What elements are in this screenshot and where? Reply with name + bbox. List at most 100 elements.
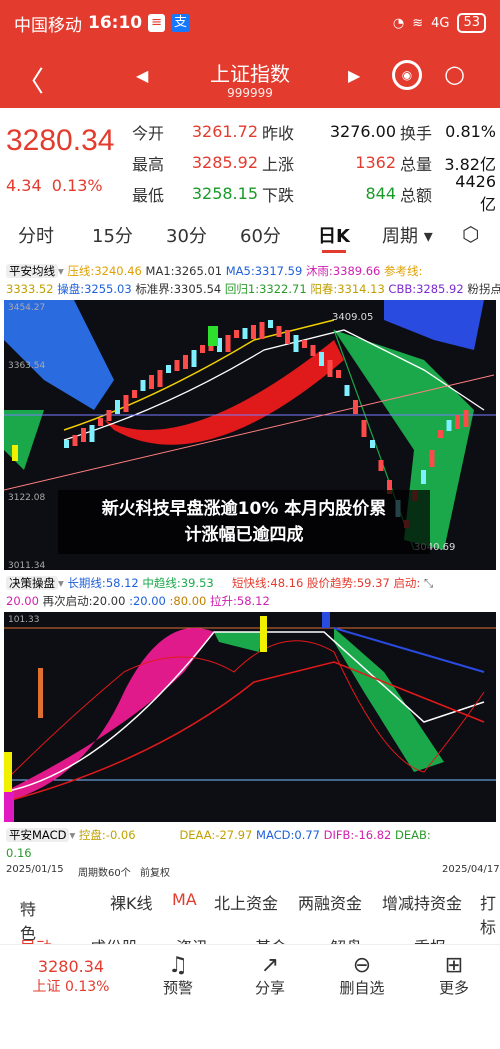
- candle: [191, 350, 197, 367]
- bell-icon: ♫: [168, 953, 188, 978]
- blue-band-right: [384, 300, 484, 350]
- price-change: 4.34 0.13%: [6, 176, 103, 195]
- candle: [344, 385, 350, 396]
- tab-holdings[interactable]: 增减持资金: [382, 890, 462, 914]
- status-bar: 中国移动 16:10 ≡ 支 ◔ ≋ 4G 53: [0, 0, 500, 46]
- tab-northbound[interactable]: 北上资金: [214, 890, 278, 914]
- decision-chart[interactable]: 101.33: [3, 612, 496, 822]
- news-line-2: 计涨幅已逾四成: [184, 525, 304, 545]
- alipay-icon: 支: [171, 14, 191, 32]
- green-band-sub-1: [214, 632, 264, 652]
- nav-more[interactable]: ⊞ 更多: [424, 953, 484, 998]
- candle: [149, 375, 154, 389]
- candle: [234, 330, 239, 338]
- signal-bar-magenta: [4, 792, 14, 822]
- candle: [166, 365, 171, 373]
- tab-period[interactable]: 周期 ▾: [382, 222, 433, 248]
- carrier-label: 中国移动: [14, 15, 82, 36]
- candle: [446, 420, 452, 431]
- time-label: 16:10: [88, 13, 143, 33]
- settings-icon[interactable]: ⬡: [462, 222, 479, 246]
- pink-band: [4, 628, 214, 802]
- wifi-icon: ≋: [412, 15, 424, 31]
- candle: [285, 330, 290, 344]
- tab-30min[interactable]: 30分: [166, 222, 207, 248]
- candle: [327, 360, 333, 377]
- candle: [251, 325, 256, 339]
- quote-row: 今开 3261.72 昨收 3276.00 换手 0.81%: [132, 122, 496, 143]
- candle: [268, 320, 273, 328]
- indicator-select-sub[interactable]: 决策操盘: [6, 576, 58, 590]
- candle: [98, 418, 103, 426]
- nav-share[interactable]: ↗ 分享: [240, 953, 300, 998]
- tab-margin[interactable]: 两融资金: [298, 890, 362, 914]
- candle: [370, 440, 375, 448]
- tab-60min[interactable]: 60分: [240, 222, 281, 248]
- battery-icon: 53: [457, 13, 486, 33]
- signal-bar-yellow: [260, 616, 267, 652]
- signal-box-green: [208, 326, 218, 346]
- candle: [123, 395, 129, 412]
- nav-alert[interactable]: ♫ 预警: [148, 953, 208, 998]
- candle: [463, 410, 469, 427]
- indicator-bar-sub: 决策操盘 ▾ 长期线:58.12 中趋线:39.53 短快线:48.16 股价趋势…: [6, 576, 434, 608]
- signal-icon: 4G: [431, 15, 450, 31]
- indicator-select-macd[interactable]: 平安MACD: [6, 828, 70, 842]
- signal-bar-yellow-left: [4, 752, 12, 792]
- candle: [353, 400, 358, 414]
- quote-panel: 3280.34 4.34 0.13% 今开 3261.72 昨收 3276.00…: [0, 108, 500, 214]
- axis-label-mid: 3363.54: [8, 361, 45, 371]
- grid-icon: ⊞: [444, 953, 464, 978]
- axis-label-top: 3454.27: [8, 303, 45, 313]
- expand-icon[interactable]: ⤡: [424, 576, 433, 590]
- candle: [183, 355, 188, 369]
- quote-row: 最低 3258.15 下跌 844 总额 4426亿: [132, 172, 496, 214]
- axis-label-bottom: 3011.34: [8, 561, 45, 570]
- candle: [319, 352, 324, 366]
- candle: [115, 400, 120, 414]
- candle: [132, 390, 137, 398]
- nav-price[interactable]: 3280.34 上证 0.13%: [26, 957, 116, 996]
- period-tabs: 分时 15分 30分 60分 日K 周期 ▾ ⬡: [0, 214, 500, 254]
- candle: [421, 470, 426, 484]
- tab-mark[interactable]: 打标: [480, 890, 500, 938]
- search-icon[interactable]: ○: [444, 60, 465, 88]
- blue-band: [4, 300, 114, 410]
- tab-naked-k[interactable]: 裸K线: [110, 890, 153, 914]
- red-band: [104, 340, 344, 445]
- minus-circle-icon: ⊖: [352, 953, 372, 978]
- candle: [293, 335, 299, 352]
- tab-daily-k[interactable]: 日K: [318, 222, 350, 253]
- candle: [361, 420, 367, 437]
- candle: [429, 450, 435, 467]
- candle: [106, 410, 112, 421]
- next-stock-icon[interactable]: ▶: [348, 66, 360, 85]
- candle: [336, 370, 341, 378]
- date-axis: 2025/01/15 周期数60个 前复权 2025/04/17: [6, 864, 500, 879]
- nav-remove-watchlist[interactable]: ⊖ 删自选: [332, 953, 392, 998]
- share-icon: ↗: [260, 953, 280, 978]
- news-overlay[interactable]: 新火科技早盘涨逾10% 本月内股价累 计涨幅已逾四成: [58, 490, 430, 554]
- green-band-left: [4, 410, 44, 470]
- indicator-select[interactable]: 平安均线: [6, 264, 58, 278]
- candle: [225, 335, 231, 352]
- candle: [276, 326, 282, 337]
- candle: [81, 428, 86, 442]
- candle: [174, 360, 180, 371]
- candle: [242, 328, 248, 339]
- tab-timeshare[interactable]: 分时: [18, 222, 54, 248]
- speed-icon: ◔: [392, 15, 405, 31]
- tab-ma[interactable]: MA: [172, 890, 197, 909]
- candle: [64, 440, 69, 448]
- robot-icon[interactable]: ◉: [392, 60, 422, 90]
- sub-axis-label-top: 101.33: [8, 615, 40, 625]
- quote-grid: 今开 3261.72 昨收 3276.00 换手 0.81% 最高 3285.9…: [132, 116, 496, 214]
- axis-label-low: 3122.08: [8, 493, 45, 503]
- peak-label: 3409.05: [332, 312, 373, 323]
- tab-15min[interactable]: 15分: [92, 222, 133, 248]
- candle: [310, 345, 316, 356]
- bottom-nav: 3280.34 上证 0.13% ♫ 预警 ↗ 分享 ⊖ 删自选 ⊞ 更多: [0, 944, 500, 1004]
- page-title: 上证指数: [210, 62, 290, 86]
- app-root: 中国移动 16:10 ≡ 支 ◔ ≋ 4G 53 〈 ◀ 上证指数 999999…: [0, 0, 500, 1049]
- gesture-bar: [0, 1004, 500, 1049]
